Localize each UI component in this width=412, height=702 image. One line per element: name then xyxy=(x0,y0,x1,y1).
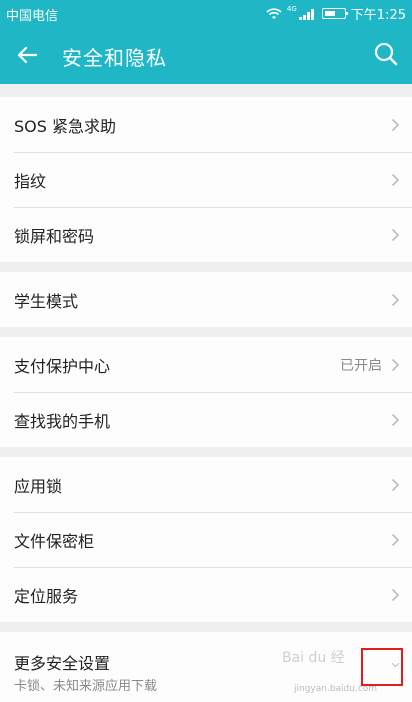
settings-item-label: 支付保护中心 xyxy=(14,356,111,376)
chevron-right-icon xyxy=(391,293,400,306)
settings-item-label: 查找我的手机 xyxy=(14,411,111,431)
settings-item-label: 应用锁 xyxy=(14,476,63,496)
back-arrow-icon[interactable] xyxy=(12,40,42,70)
settings-item-lockscreen[interactable]: 锁屏和密码 xyxy=(0,207,412,262)
search-icon[interactable] xyxy=(372,40,400,68)
watermark-text: Bai du 经验 xyxy=(282,650,344,666)
settings-item-location[interactable]: 定位服务 xyxy=(0,567,412,622)
app-bar: 安全和隐私 xyxy=(0,26,412,84)
status-value: 已开启 xyxy=(340,357,382,374)
network-type: 4G xyxy=(286,4,297,13)
settings-item-label: 更多安全设置 xyxy=(14,654,111,673)
chevron-right-icon xyxy=(391,228,400,241)
page-title: 安全和隐私 xyxy=(62,46,167,70)
status-bar: 中国电信 4G 下午1:25 xyxy=(0,0,412,26)
settings-item-payment-protection[interactable]: 支付保护中心 已开启 xyxy=(0,337,412,392)
battery-icon xyxy=(321,8,348,19)
settings-item-label: 文件保密柜 xyxy=(14,531,95,551)
settings-item-find-phone[interactable]: 查找我的手机 xyxy=(0,392,412,447)
wifi-icon xyxy=(266,7,282,19)
settings-item-label: SOS 紧急求助 xyxy=(14,116,116,136)
settings-item-sublabel: 卡锁、未知来源应用下载 xyxy=(14,679,158,694)
chevron-right-icon xyxy=(391,588,400,601)
status-icons: 4G 下午1:25 xyxy=(266,4,406,23)
chevron-right-icon xyxy=(391,478,400,491)
settings-group-payment: 支付保护中心 已开启 查找我的手机 xyxy=(0,337,412,447)
settings-group-security: SOS 紧急求助 指纹 锁屏和密码 xyxy=(0,97,412,262)
highlight-annotation xyxy=(361,648,403,686)
carrier-label: 中国电信 xyxy=(6,9,59,24)
chevron-right-icon xyxy=(391,533,400,546)
settings-item-label: 指纹 xyxy=(14,171,47,191)
settings-item-file-safe[interactable]: 文件保密柜 xyxy=(0,512,412,567)
chevron-right-icon xyxy=(391,358,400,371)
settings-item-app-lock[interactable]: 应用锁 xyxy=(0,457,412,512)
settings-item-label: 锁屏和密码 xyxy=(14,226,95,246)
settings-item-label: 定位服务 xyxy=(14,586,79,606)
chevron-right-icon xyxy=(391,118,400,131)
settings-group-student: 学生模式 xyxy=(0,272,412,327)
clock: 下午1:25 xyxy=(350,8,406,23)
chevron-right-icon xyxy=(391,413,400,426)
settings-item-fingerprint[interactable]: 指纹 xyxy=(0,152,412,207)
watermark-logo: Bai du 经验 xyxy=(282,650,344,666)
settings-item-label: 学生模式 xyxy=(14,291,79,311)
settings-group-apps: 应用锁 文件保密柜 定位服务 xyxy=(0,457,412,622)
chevron-right-icon xyxy=(391,173,400,186)
signal-icon xyxy=(298,8,317,20)
settings-item-student-mode[interactable]: 学生模式 xyxy=(0,272,412,327)
settings-item-sos[interactable]: SOS 紧急求助 xyxy=(0,97,412,152)
